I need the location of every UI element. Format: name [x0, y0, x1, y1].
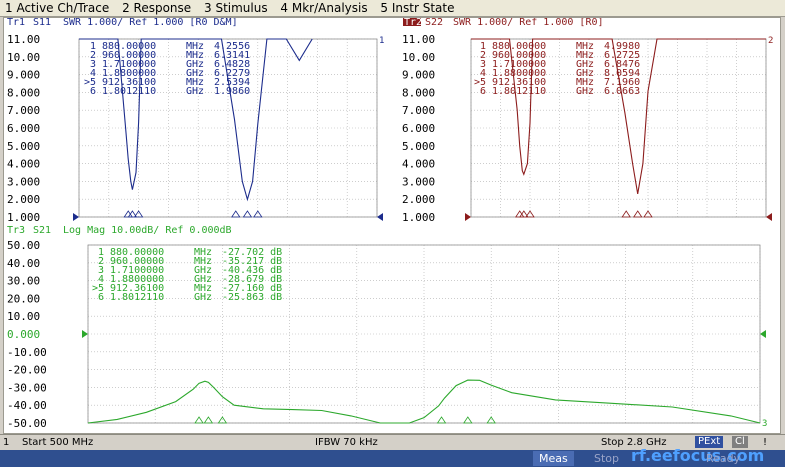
tr3-header-name: Tr3: [7, 225, 25, 236]
menu-stimulus[interactable]: 3 Stimulus: [199, 0, 272, 16]
tr1-header-param: S11: [33, 18, 51, 28]
stop-button[interactable]: Stop: [588, 451, 625, 466]
tr3-header-text: Log Mag 10.00dB/ Ref 0.000dB: [63, 225, 232, 236]
tr1-ref-arrow-left: [73, 213, 79, 221]
tr1-ref-arrow-right: [377, 213, 383, 221]
tr1-ytick-label: 8.000: [7, 86, 40, 99]
tr2-ref-arrow-right: [766, 213, 772, 221]
tr1-ytick-label: 7.000: [7, 104, 40, 117]
tr2-ytick-label: 8.000: [402, 86, 435, 99]
tr3-marker-unit: GHz: [194, 292, 212, 303]
tr1-marker-triangle: [242, 210, 253, 218]
ifbw-value[interactable]: IFBW 70 kHz: [315, 435, 378, 450]
tr1-ytick-label: 1.000: [7, 211, 40, 224]
tr2-trace-end-label: 2: [768, 36, 773, 46]
tr3-ytick-label: -20.00: [7, 364, 47, 377]
tr2-marker-value: 6.0663: [604, 86, 640, 97]
tr1-header-text: SWR 1.000/ Ref 1.000 [R0 D&M]: [63, 18, 238, 28]
tr3-ytick-label: -50.00: [7, 417, 47, 430]
tr1-ytick-label: 6.000: [7, 122, 40, 135]
tr3-ref-arrow-right: [760, 330, 766, 338]
tr1-ytick-label: 4.000: [7, 158, 40, 171]
tr1-ytick-label: 11.00: [7, 33, 40, 46]
tr1-marker-unit: GHz: [186, 86, 204, 97]
tr1-marker-num: 6: [90, 86, 96, 97]
tr2-marker-unit: GHz: [576, 86, 594, 97]
tr2-ytick-label: 3.000: [402, 175, 435, 188]
tr2-ytick-label: 6.000: [402, 122, 435, 135]
tr1-trace-end-label: 1: [379, 36, 384, 46]
tr3-ytick-label: 0.000: [7, 328, 40, 341]
tr3-trace-end-label: 3: [762, 419, 767, 429]
tr3-marker-triangle: [463, 416, 473, 424]
tr2-ytick-label: 9.000: [402, 69, 435, 82]
tr3-ytick-label: 10.00: [7, 310, 40, 323]
tr1-marker-triangle: [123, 210, 133, 218]
tr3-ytick-label: 20.00: [7, 292, 40, 305]
tr1-ytick-label: 10.00: [7, 51, 40, 64]
tr2-header-name: Tr2: [404, 18, 422, 28]
tr2-ytick-label: 4.000: [402, 158, 435, 171]
tr2-ytick-label: 1.000: [402, 211, 435, 224]
trace-plots[interactable]: Tr1 S11 SWR 1.000/ Ref 1.000 [R0 D&M]11.00…: [4, 16, 780, 433]
menu-instr-state[interactable]: 5 Instr State: [375, 0, 458, 16]
tr3-ytick-label: -30.00: [7, 381, 47, 394]
tr3-ytick-label: -40.00: [7, 399, 47, 412]
channel-indicator[interactable]: 1: [3, 435, 9, 450]
tr2-ref-arrow-left: [465, 213, 471, 221]
tr3-ytick-label: 40.00: [7, 257, 40, 270]
tr3-marker-triangle: [194, 416, 204, 424]
tr2-marker-freq: 1.8012110: [492, 86, 546, 97]
menu-bar: 1 Active Ch/Trace 2 Response 3 Stimulus …: [0, 0, 785, 17]
tr1-ytick-label: 3.000: [7, 175, 40, 188]
tr3-marker-freq: 1.8012110: [110, 292, 164, 303]
tr2-marker-triangle: [514, 210, 525, 218]
tr2-ytick-label: 11.00: [402, 33, 435, 46]
tr3-header-param: S21: [33, 225, 51, 236]
bottom-bar: Meas Stop rf.eefocus.com Ready: [0, 446, 785, 467]
tr2-marker-triangle: [632, 210, 643, 218]
tr3-marker-num: 6: [98, 292, 104, 303]
tr1-header-name: Tr1: [7, 18, 25, 28]
menu-active-ch-trace[interactable]: 1 Active Ch/Trace: [0, 0, 113, 16]
tr3-marker-triangle: [203, 416, 214, 424]
tr3-marker-triangle: [436, 416, 447, 424]
tr2-ytick-label: 2.000: [402, 193, 435, 206]
tr1-marker-triangle: [231, 210, 241, 218]
tr3-ref-arrow-left: [82, 330, 88, 338]
menu-response[interactable]: 2 Response: [117, 0, 195, 16]
ready-status: Ready: [706, 452, 741, 465]
tr2-ytick-label: 7.000: [402, 104, 435, 117]
tr2-ytick-label: 5.000: [402, 140, 435, 153]
tr1-marker-value: 1.9860: [214, 86, 250, 97]
tr3-marker-value: -25.863 dB: [222, 292, 282, 303]
tr2-ytick-label: 10.00: [402, 51, 435, 64]
tr3-ytick-label: 50.00: [7, 239, 40, 252]
tr1-ytick-label: 9.000: [7, 69, 40, 82]
tr1-ytick-label: 5.000: [7, 140, 40, 153]
menu-mkr-analysis[interactable]: 4 Mkr/Analysis: [275, 0, 371, 16]
watermark-text: rf.eefocus.com: [631, 446, 765, 465]
tr2-header-param: S22: [425, 18, 443, 28]
tr1-ytick-label: 2.000: [7, 193, 40, 206]
plot-area: Tr1 S11 SWR 1.000/ Ref 1.000 [R0 D&M] 11.00…: [3, 16, 781, 434]
start-frequency[interactable]: Start 500 MHz: [22, 435, 93, 450]
tr2-marker-triangle: [621, 210, 631, 218]
tr3-ytick-label: 30.00: [7, 275, 40, 288]
tr3-ytick-label: -10.00: [7, 346, 47, 359]
tr1-marker-freq: 1.8012110: [102, 86, 156, 97]
tr2-marker-num: 6: [480, 86, 486, 97]
meas-button[interactable]: Meas: [533, 451, 574, 466]
tr2-header-text: SWR 1.000/ Ref 1.000 [R0]: [453, 18, 604, 28]
